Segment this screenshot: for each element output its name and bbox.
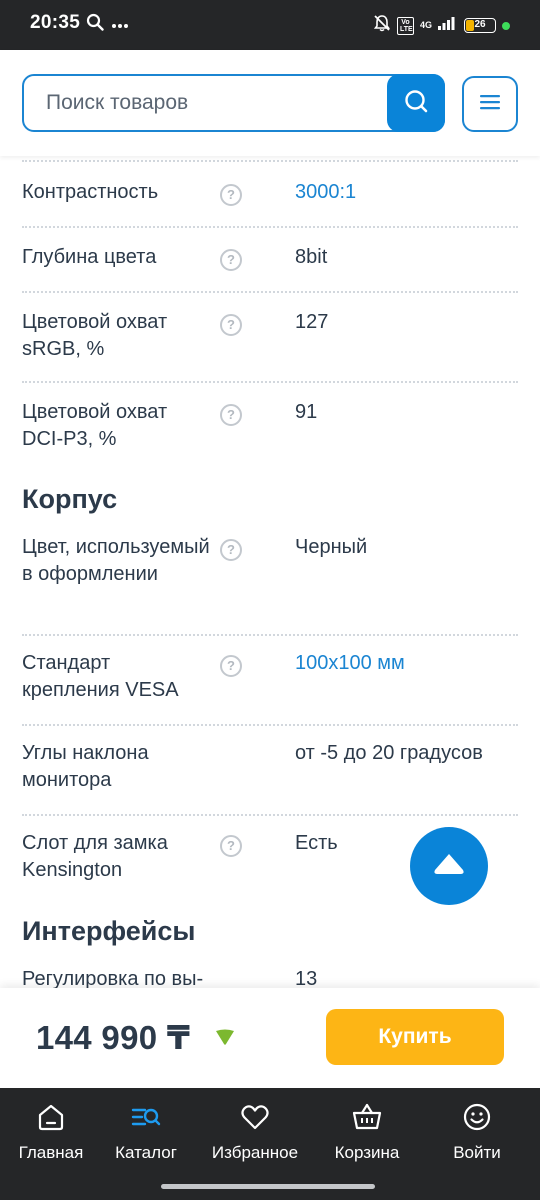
- home-indicator[interactable]: [161, 1184, 375, 1189]
- scroll-top-button[interactable]: [410, 827, 488, 905]
- search-button[interactable]: [387, 74, 445, 132]
- heart-icon: [240, 1102, 270, 1137]
- nav-label: Корзина: [334, 1143, 400, 1162]
- spec-label: Цветовой охват DCI-P3, %: [22, 401, 168, 450]
- spec-label: Цветовой охват sRGB, %: [22, 311, 168, 360]
- spec-row: Глубина цвета ? 8bit: [22, 228, 518, 293]
- spec-value: 8bit: [295, 246, 328, 268]
- arrow-up-icon: [432, 851, 466, 882]
- nav-item-login[interactable]: Войти: [448, 1102, 506, 1163]
- section-title: Интерфейсы: [22, 916, 196, 946]
- spec-value-link[interactable]: 100x100 мм: [295, 650, 535, 677]
- site-header: [0, 50, 540, 156]
- buy-button[interactable]: Купить: [326, 1009, 504, 1065]
- spec-label: Углы наклона монитора: [22, 742, 149, 791]
- smile-icon: [462, 1102, 492, 1137]
- search-input[interactable]: [46, 76, 386, 130]
- signal-icon: [438, 16, 458, 35]
- help-icon[interactable]: ?: [220, 539, 242, 561]
- spec-value: 91: [295, 401, 318, 423]
- basket-icon: [352, 1102, 382, 1137]
- help-icon[interactable]: ?: [220, 404, 242, 426]
- spec-row: Регулировка по вы- 13: [22, 956, 518, 988]
- spec-label: Глубина цвета: [22, 246, 157, 268]
- menu-button[interactable]: [462, 76, 518, 132]
- privacy-indicator: [502, 21, 510, 30]
- volte-badge: Vo LTE: [396, 16, 414, 35]
- spec-value-link[interactable]: 3000:1: [295, 179, 535, 206]
- spec-value: от -5 до 20 градусов: [295, 742, 483, 764]
- price-down-icon: [214, 1028, 236, 1051]
- spec-value: Черный: [295, 536, 368, 558]
- mute-alarm-icon: [373, 14, 391, 37]
- home-icon: [36, 1102, 66, 1137]
- status-time: 20:35: [30, 12, 81, 33]
- product-price: 144 990 ₸: [36, 1019, 191, 1056]
- nav-label: Избранное: [211, 1143, 299, 1162]
- nav-label: Каталог: [115, 1143, 177, 1162]
- spec-label: Слот для замка Kensington: [22, 832, 168, 881]
- nav-label: Главная: [18, 1143, 84, 1162]
- spec-value: 13: [295, 968, 318, 988]
- help-icon[interactable]: ?: [220, 835, 242, 857]
- spec-label: Контрастность: [22, 181, 159, 203]
- spec-row: Цветовой охват DCI-P3, % ? 91: [22, 383, 518, 473]
- help-icon[interactable]: ?: [220, 249, 242, 271]
- purchase-bar: 144 990 ₸ Купить: [0, 988, 540, 1088]
- help-icon[interactable]: ?: [220, 184, 242, 206]
- battery-icon: 26: [464, 18, 496, 33]
- spec-row: Цвет, используемый в оформлении ? Черный: [22, 524, 518, 636]
- network-type: 4G: [419, 20, 432, 30]
- spec-label: Стандарт крепления VESA: [22, 652, 179, 701]
- search-icon: [403, 88, 429, 119]
- nav-label: Войти: [453, 1143, 501, 1162]
- catalog-icon: [131, 1102, 161, 1137]
- help-icon[interactable]: ?: [220, 655, 242, 677]
- spec-label: Цвет, используемый в оформлении: [22, 536, 210, 585]
- spec-value: 127: [295, 311, 329, 333]
- status-bar: 20:35 Vo LTE 4G 26: [0, 0, 540, 50]
- nav-item-catalog[interactable]: Каталог: [112, 1102, 180, 1163]
- section-title: Корпус: [22, 484, 118, 514]
- nav-item-cart[interactable]: Корзина: [330, 1102, 404, 1163]
- spec-label: Регулировка по вы-: [22, 968, 204, 988]
- hamburger-icon: [480, 94, 500, 115]
- search-icon: [86, 13, 104, 36]
- spec-row: Стандарт крепления VESA ? 100x100 мм: [22, 636, 518, 726]
- spec-row: Углы наклона монитора от -5 до 20 градус…: [22, 726, 518, 816]
- nav-item-home[interactable]: Главная: [18, 1102, 84, 1163]
- battery-level: 26: [474, 19, 486, 30]
- nav-item-favorites[interactable]: Избранное: [207, 1102, 303, 1163]
- spec-row: Контрастность ? 3000:1: [22, 162, 518, 228]
- search-box: [22, 74, 445, 132]
- more-dots-icon: [112, 16, 128, 34]
- help-icon[interactable]: ?: [220, 314, 242, 336]
- spec-row: Цветовой охват sRGB, % ? 127: [22, 293, 518, 383]
